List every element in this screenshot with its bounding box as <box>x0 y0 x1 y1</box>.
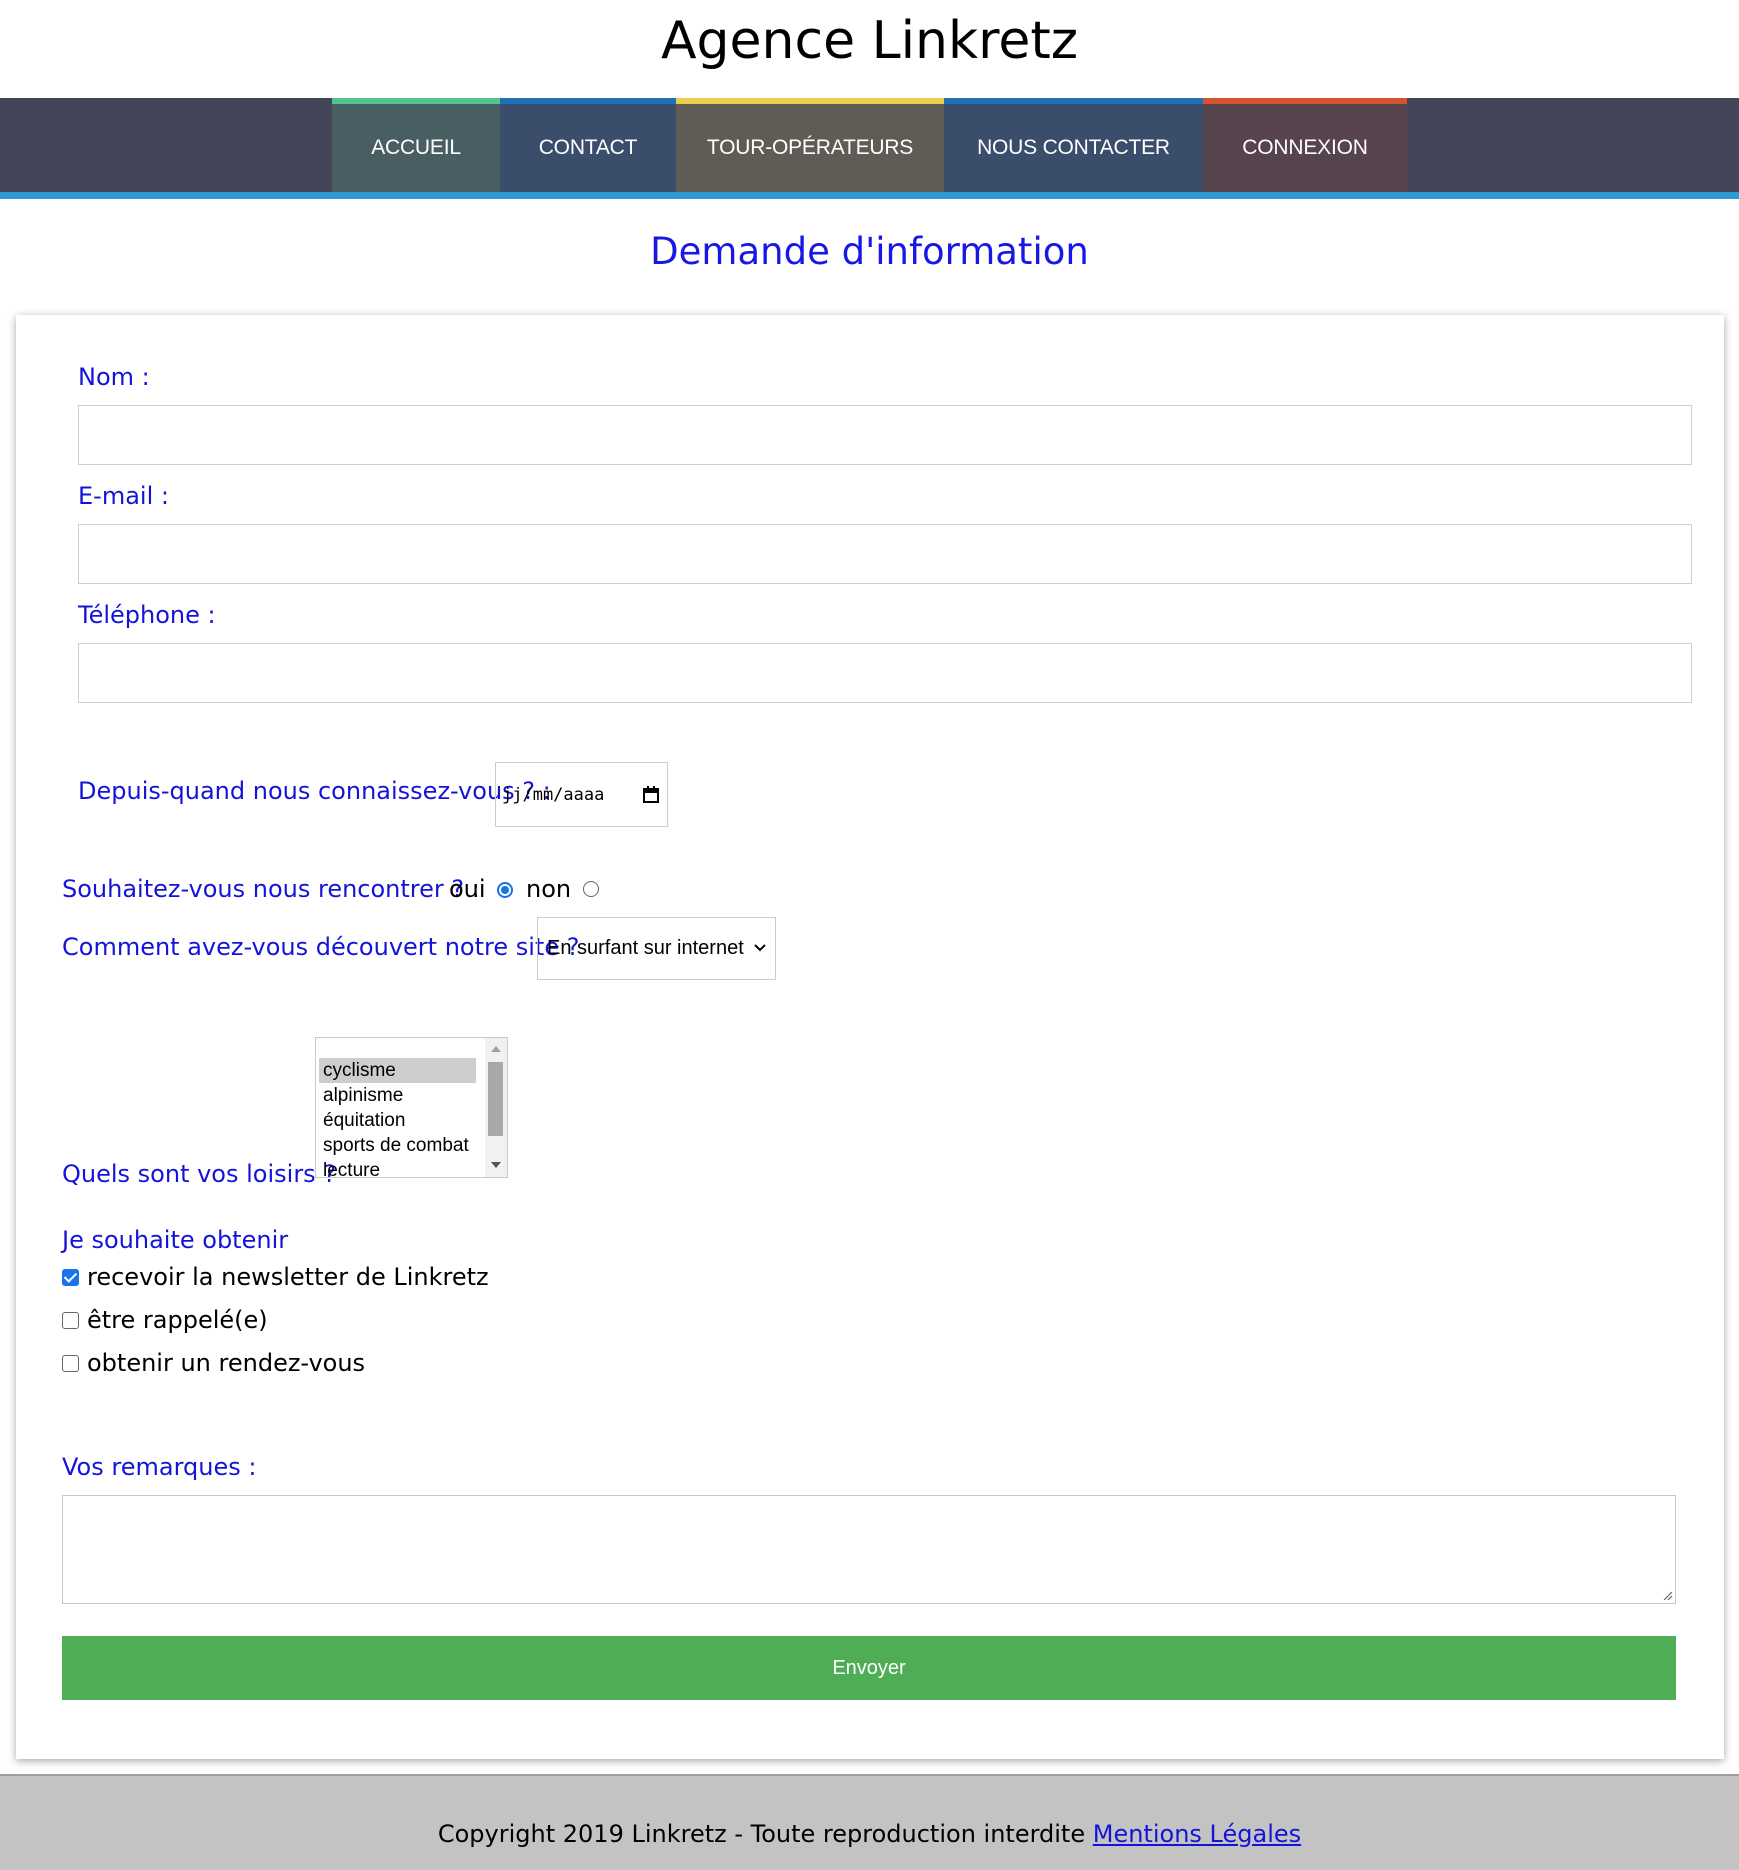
calendar-icon[interactable] <box>643 786 659 803</box>
discover-selected-value: En surfant sur internet <box>547 937 744 959</box>
wish-label: Je souhaite obtenir <box>62 1226 289 1254</box>
remarks-label: Vos remarques : <box>62 1453 257 1481</box>
email-label: E-mail : <box>78 482 169 510</box>
chevron-down-icon <box>754 944 766 952</box>
meet-yes-label: oui <box>449 875 486 903</box>
hobby-option-sports-de-combat[interactable]: sports de combat <box>319 1133 476 1158</box>
copyright-text: Copyright 2019 Linkretz - Toute reproduc… <box>437 1820 1086 1848</box>
legal-notice-link[interactable]: Mentions Légales <box>1093 1820 1301 1848</box>
remarks-textarea[interactable] <box>62 1495 1676 1604</box>
name-input[interactable] <box>78 405 1692 465</box>
nav-list: ACCUEIL CONTACT TOUR-OPÉRATEURS NOUS CON… <box>332 98 1407 192</box>
hobby-option-alpinisme[interactable]: alpinisme <box>319 1083 476 1108</box>
hobby-option-lecture[interactable]: lecture <box>319 1158 476 1177</box>
hobby-option-equitation[interactable]: équitation <box>319 1108 476 1133</box>
nav-item-accueil[interactable]: ACCUEIL <box>332 98 500 192</box>
scroll-up-arrow-icon[interactable] <box>491 1046 501 1052</box>
footer-text: Copyright 2019 Linkretz - Toute reproduc… <box>0 1820 1739 1848</box>
callback-checkbox-label: être rappelé(e) <box>87 1306 268 1334</box>
nav-item-nous-contacter[interactable]: NOUS CONTACTER <box>944 98 1203 192</box>
newsletter-checkbox[interactable] <box>62 1269 79 1286</box>
since-label: Depuis-quand nous connaissez-vous ? : <box>78 777 551 805</box>
since-date-input[interactable]: jj/mm/aaaa <box>495 762 668 827</box>
newsletter-checkbox-label: recevoir la newsletter de Linkretz <box>87 1263 489 1291</box>
meet-yes-radio[interactable] <box>497 882 513 898</box>
email-input[interactable] <box>78 524 1692 584</box>
listbox-scrollbar[interactable] <box>485 1038 507 1177</box>
nav-item-contact[interactable]: CONTACT <box>500 98 676 192</box>
nav-item-label: CONNEXION <box>1242 136 1368 159</box>
nav-item-label: TOUR-OPÉRATEURS <box>706 136 914 159</box>
nav-item-label: NOUS CONTACTER <box>977 136 1170 159</box>
discover-select[interactable]: En surfant sur internet <box>537 917 776 980</box>
hobbies-label: Quels sont vos loisirs ? <box>62 1160 337 1188</box>
date-placeholder: jj/mm/aaaa <box>502 784 605 805</box>
hobbies-listbox[interactable]: cyclisme alpinisme équitation sports de … <box>315 1037 508 1178</box>
meet-no-label: non <box>526 875 572 903</box>
nav-item-label: ACCUEIL <box>371 136 461 159</box>
meet-label: Souhaitez-vous nous rencontrer ? : <box>62 875 480 903</box>
main-navigation: ACCUEIL CONTACT TOUR-OPÉRATEURS NOUS CON… <box>0 98 1739 199</box>
phone-label: Téléphone : <box>78 601 216 629</box>
appointment-checkbox[interactable] <box>62 1355 79 1372</box>
meet-no-radio[interactable] <box>583 881 599 897</box>
appointment-checkbox-label: obtenir un rendez-vous <box>87 1349 366 1377</box>
callback-checkbox[interactable] <box>62 1312 79 1329</box>
resize-grip-icon[interactable] <box>1661 1589 1673 1601</box>
site-title: Agence Linkretz <box>660 11 1079 71</box>
phone-input[interactable] <box>78 643 1692 703</box>
nav-item-tour-operateurs[interactable]: TOUR-OPÉRATEURS <box>676 98 944 192</box>
scrollbar-thumb[interactable] <box>488 1062 503 1136</box>
scroll-down-arrow-icon[interactable] <box>491 1162 501 1168</box>
name-label: Nom : <box>78 363 150 391</box>
footer: Copyright 2019 Linkretz - Toute reproduc… <box>0 1774 1739 1870</box>
hobby-option-cyclisme[interactable]: cyclisme <box>319 1058 476 1083</box>
nav-item-label: CONTACT <box>538 136 638 159</box>
nav-item-connexion[interactable]: CONNEXION <box>1203 98 1407 192</box>
discover-label: Comment avez-vous découvert notre site ? <box>62 933 580 961</box>
submit-button[interactable]: Envoyer <box>62 1636 1676 1700</box>
page-heading: Demande d'information <box>650 230 1089 273</box>
